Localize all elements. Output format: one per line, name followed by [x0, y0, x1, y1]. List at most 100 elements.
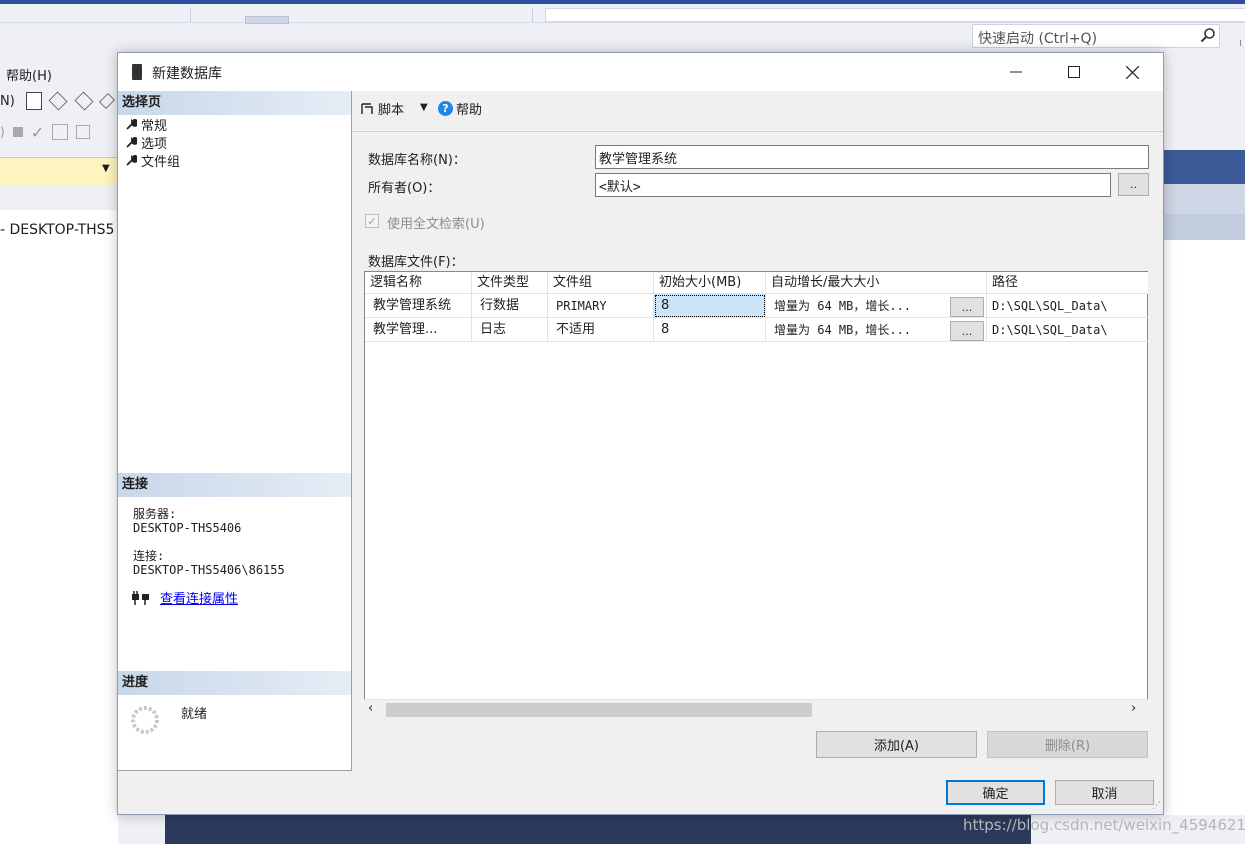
search-icon[interactable]	[1200, 27, 1216, 43]
help-label: 帮助	[456, 103, 483, 118]
server-icon	[132, 64, 142, 80]
close-icon	[1125, 65, 1139, 79]
resize-grip-icon[interactable]: ⋰	[1152, 801, 1161, 811]
cell-file-type[interactable]: 行数据	[472, 294, 548, 318]
scroll-right-icon[interactable]: ›	[1131, 701, 1136, 716]
object-explorer-area	[0, 210, 118, 844]
dialog-left-pane: 选择页 常规 选项 文件组 连接 服务器: DESKTOP-THS5406 连接…	[118, 91, 352, 771]
maximize-button[interactable]	[1045, 53, 1103, 91]
ide-editor-header	[1163, 150, 1245, 184]
db-files-label: 数据库文件(F)：	[368, 255, 464, 270]
minimize-icon	[1010, 71, 1022, 73]
plan-icon[interactable]	[52, 124, 69, 140]
wrench-icon	[126, 118, 137, 130]
script-button[interactable]: 脚本	[360, 99, 404, 118]
scroll-left-icon[interactable]: ‹	[368, 701, 373, 716]
autogrowth-edit-button[interactable]: ...	[950, 321, 984, 341]
new-database-dialog: 新建数据库 选择页 常规 选项 文件组 连接 服务器: DESKTOP-THS5…	[117, 52, 1164, 815]
ide-divider	[532, 8, 533, 22]
chevron-down-icon[interactable]: ▼	[102, 163, 110, 174]
cancel-button[interactable]: 取消	[1055, 780, 1154, 805]
dmx-query-icon[interactable]	[74, 91, 94, 111]
quick-launch-placeholder: 快速启动 (Ctrl+Q)	[978, 31, 1098, 47]
column-header[interactable]: 文件组	[548, 272, 654, 294]
cell-file-type[interactable]: 日志	[472, 318, 548, 342]
script-label: 脚本	[378, 103, 405, 118]
cell-logical-name[interactable]: 教学管理...	[365, 318, 472, 342]
dialog-title: 新建数据库	[152, 66, 222, 82]
view-connection-properties-link[interactable]: 查看连接属性	[160, 588, 238, 607]
connection-header: 连接	[118, 473, 351, 497]
ide-toolbar-icons	[26, 91, 118, 112]
database-selector[interactable]	[0, 157, 118, 186]
column-header[interactable]: 初始大小(MB)	[654, 272, 766, 294]
fulltext-label: 使用全文检索(U)	[387, 217, 485, 232]
grid-horizontal-scrollbar[interactable]: ‹ ›	[364, 699, 1148, 720]
fulltext-checkbox[interactable]: ✓	[365, 214, 379, 228]
ok-button[interactable]: 确定	[946, 780, 1045, 805]
page-options[interactable]: 选项	[126, 133, 168, 152]
close-button[interactable]	[1103, 53, 1161, 91]
ide-edge	[1240, 40, 1245, 46]
connection-value: DESKTOP-THS5406\86155	[133, 563, 285, 577]
ide-editor-strip2	[1163, 214, 1245, 240]
xmla-query-icon[interactable]	[99, 93, 115, 109]
progress-spinner-icon	[131, 706, 159, 734]
ide-divider	[190, 8, 191, 22]
cell-initial-size[interactable]: 8	[654, 294, 766, 318]
cell-initial-size[interactable]: 8	[654, 318, 766, 342]
chevron-down-icon[interactable]: ▼	[420, 102, 428, 113]
db-name-input[interactable]: 教学管理系统	[595, 145, 1149, 169]
wrench-icon	[126, 154, 137, 166]
page-general[interactable]: 常规	[126, 115, 168, 134]
menu-help[interactable]: 帮助(H)	[6, 65, 52, 84]
wrench-icon	[126, 136, 137, 148]
stop-icon[interactable]	[12, 127, 23, 137]
server-label: 服务器:	[133, 507, 177, 521]
document-icon[interactable]	[26, 92, 42, 110]
owner-label: 所有者(O)：	[368, 181, 441, 196]
script-icon	[361, 102, 373, 114]
plug-icon	[132, 591, 149, 605]
results-icon[interactable]	[76, 125, 91, 139]
ide-status-area	[165, 815, 1031, 844]
help-icon: ?	[438, 101, 453, 116]
dialog-titlebar[interactable]: 新建数据库	[118, 53, 1163, 91]
dialog-toolbar: 脚本 ▼ ? 帮助	[352, 91, 1163, 132]
column-header[interactable]: 路径	[987, 272, 1148, 294]
db-name-label: 数据库名称(N)：	[368, 153, 466, 168]
autogrowth-edit-button[interactable]: ...	[950, 297, 984, 317]
cell-path[interactable]: D:\SQL\SQL_Data\	[987, 318, 1148, 342]
page-filegroups[interactable]: 文件组	[126, 151, 181, 170]
remove-file-button[interactable]: 删除(R)	[987, 731, 1148, 758]
help-button[interactable]: ? 帮助	[438, 99, 482, 118]
server-value: DESKTOP-THS5406	[133, 521, 242, 535]
ide-address-field[interactable]	[545, 8, 1245, 22]
page-filegroups-label: 文件组	[141, 154, 181, 170]
owner-browse-button[interactable]: ..	[1118, 173, 1149, 196]
cell-logical-name[interactable]: 教学管理系统	[365, 294, 472, 318]
explorer-server-node[interactable]: - DESKTOP-THS5	[0, 222, 114, 238]
cell-path[interactable]: D:\SQL\SQL_Data\	[987, 294, 1148, 318]
cell-filegroup[interactable]: PRIMARY	[548, 294, 654, 318]
column-header[interactable]: 自动增长/最大大小	[766, 272, 987, 294]
select-page-header: 选择页	[118, 91, 351, 115]
watermark: https://blog.csdn.net/weixin_45946210	[963, 816, 1245, 834]
db-files-grid[interactable]: 逻辑名称 文件类型 文件组 初始大小(MB) 自动增长/最大大小 路径 教学管理…	[364, 271, 1148, 719]
progress-header: 进度	[118, 671, 351, 695]
minimize-button[interactable]	[987, 53, 1045, 91]
ide-editor-area	[1163, 240, 1245, 815]
page-options-label: 选项	[141, 136, 168, 152]
progress-status: 就绪	[181, 707, 208, 722]
menu-fragment[interactable]: N)	[0, 94, 15, 109]
mdx-query-icon[interactable]	[48, 91, 68, 111]
ide-tab[interactable]	[245, 16, 289, 24]
page-general-label: 常规	[141, 118, 168, 134]
owner-input[interactable]: <默认>	[595, 173, 1111, 197]
column-header[interactable]: 逻辑名称	[365, 272, 472, 294]
cell-filegroup[interactable]: 不适用	[548, 318, 654, 342]
check-icon[interactable]: ✓	[31, 123, 44, 142]
scrollbar-thumb[interactable]	[386, 703, 812, 717]
column-header[interactable]: 文件类型	[472, 272, 548, 294]
add-file-button[interactable]: 添加(A)	[816, 731, 977, 758]
